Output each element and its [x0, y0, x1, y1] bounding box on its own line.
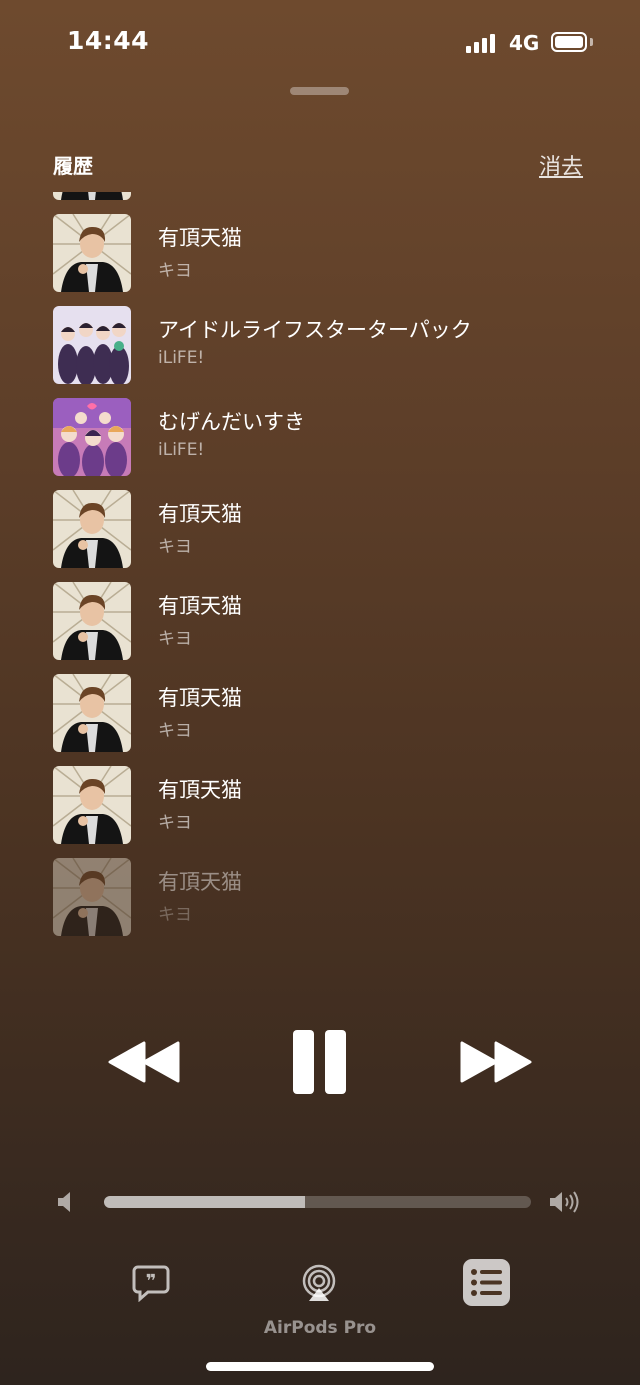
pause-button[interactable]	[293, 1030, 347, 1094]
history-item[interactable]: アイドルライフスターターパック iLiFE!	[0, 298, 640, 390]
history-title: 履歴	[53, 154, 93, 178]
volume-low-icon	[57, 1190, 73, 1218]
queue-list-icon	[463, 1259, 510, 1306]
album-artwork	[53, 398, 131, 476]
battery-tip	[590, 38, 593, 46]
album-artwork	[53, 766, 131, 844]
song-title: 有頂天猫	[158, 594, 242, 618]
history-item[interactable]: 有頂天猫キヨ	[0, 666, 640, 758]
sheet-grabber[interactable]	[290, 87, 349, 95]
history-list[interactable]: 有頂天猫キヨ有頂天猫キヨアイドルライフスターターパックiLiFE!むげんだいすき…	[0, 192, 640, 978]
status-time: 14:44	[67, 26, 150, 55]
airplay-button[interactable]	[300, 1264, 338, 1306]
fast-forward-icon	[460, 1041, 532, 1083]
battery-icon	[551, 32, 587, 52]
cellular-signal-icon	[466, 33, 495, 53]
history-item[interactable]: 有頂天猫キヨ	[0, 192, 640, 206]
volume-slider[interactable]	[104, 1196, 531, 1208]
song-title: 有頂天猫	[158, 778, 242, 802]
album-artwork	[53, 858, 131, 936]
history-item[interactable]: 有頂天猫キヨ	[0, 758, 640, 850]
status-bar: 14:44 4G	[0, 0, 640, 80]
song-title: 有頂天猫	[158, 686, 242, 710]
album-artwork	[53, 674, 131, 752]
album-artwork	[53, 490, 131, 568]
history-item[interactable]: 有頂天猫キヨ	[0, 850, 640, 942]
song-title: 有頂天猫	[158, 870, 242, 894]
song-artist: キヨ	[158, 261, 192, 281]
song-artist: iLiFE!	[158, 440, 205, 460]
album-artwork	[53, 582, 131, 660]
album-artwork	[53, 192, 131, 200]
song-artist: キヨ	[158, 905, 192, 925]
airplay-icon	[302, 1264, 336, 1301]
history-item[interactable]: 有頂天猫キヨ	[0, 206, 640, 298]
clear-history-button[interactable]: 消去	[539, 149, 583, 181]
lyrics-button[interactable]: ❞	[132, 1264, 170, 1306]
fast-forward-button[interactable]	[460, 1041, 532, 1083]
album-artwork	[53, 214, 131, 292]
song-artist: キヨ	[158, 629, 192, 649]
lyrics-quote-icon: ❞	[132, 1265, 170, 1303]
song-artist: キヨ	[158, 537, 192, 557]
rewind-button[interactable]	[108, 1041, 180, 1083]
volume-high-icon	[549, 1190, 583, 1218]
song-title: 有頂天猫	[158, 502, 242, 526]
playback-controls	[0, 1028, 640, 1096]
song-artist: キヨ	[158, 721, 192, 741]
album-artwork	[53, 306, 131, 384]
volume-slider-fill	[104, 1196, 305, 1208]
history-item[interactable]: 有頂天猫キヨ	[0, 574, 640, 666]
history-item[interactable]: 有頂天猫キヨ	[0, 482, 640, 574]
history-item[interactable]: むげんだいすき iLiFE!	[0, 390, 640, 482]
song-artist: キヨ	[158, 813, 192, 833]
song-title: むげんだいすき	[158, 410, 305, 434]
queue-button[interactable]	[463, 1259, 510, 1310]
pause-icon	[293, 1030, 346, 1094]
airplay-device-label[interactable]: AirPods Pro	[0, 1318, 640, 1338]
song-title: アイドルライフスターターパック	[158, 318, 472, 342]
song-title: 有頂天猫	[158, 226, 242, 250]
svg-text:❞: ❞	[146, 1271, 157, 1292]
rewind-icon	[108, 1041, 180, 1083]
network-type: 4G	[509, 31, 540, 55]
home-indicator[interactable]	[206, 1362, 434, 1371]
song-artist: iLiFE!	[158, 348, 205, 368]
